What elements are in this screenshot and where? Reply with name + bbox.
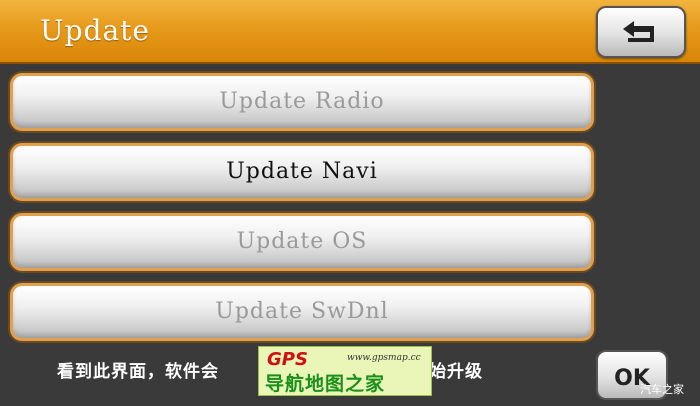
watermark-text: 导航地图之家 bbox=[265, 373, 386, 395]
back-button[interactable] bbox=[596, 6, 686, 58]
status-text-left: 看到此界面，软件会 bbox=[57, 362, 219, 382]
watermark-url: www.gpsmap.cc bbox=[347, 353, 421, 363]
watermark-gps-logo: GPS bbox=[267, 349, 308, 370]
title-bar: Update bbox=[0, 0, 700, 64]
back-arrow-icon bbox=[623, 21, 654, 42]
update-os-button[interactable]: Update OS bbox=[10, 213, 594, 271]
update-navi-button[interactable]: Update Navi bbox=[10, 143, 594, 201]
corner-watermark: 汽车之家 bbox=[640, 383, 684, 396]
update-swdnl-button[interactable]: Update SwDnl bbox=[10, 283, 594, 341]
update-radio-button[interactable]: Update Radio bbox=[10, 73, 594, 131]
page-title: Update bbox=[40, 14, 150, 47]
watermark-logo: GPS www.gpsmap.cc 导航地图之家 bbox=[258, 346, 432, 396]
